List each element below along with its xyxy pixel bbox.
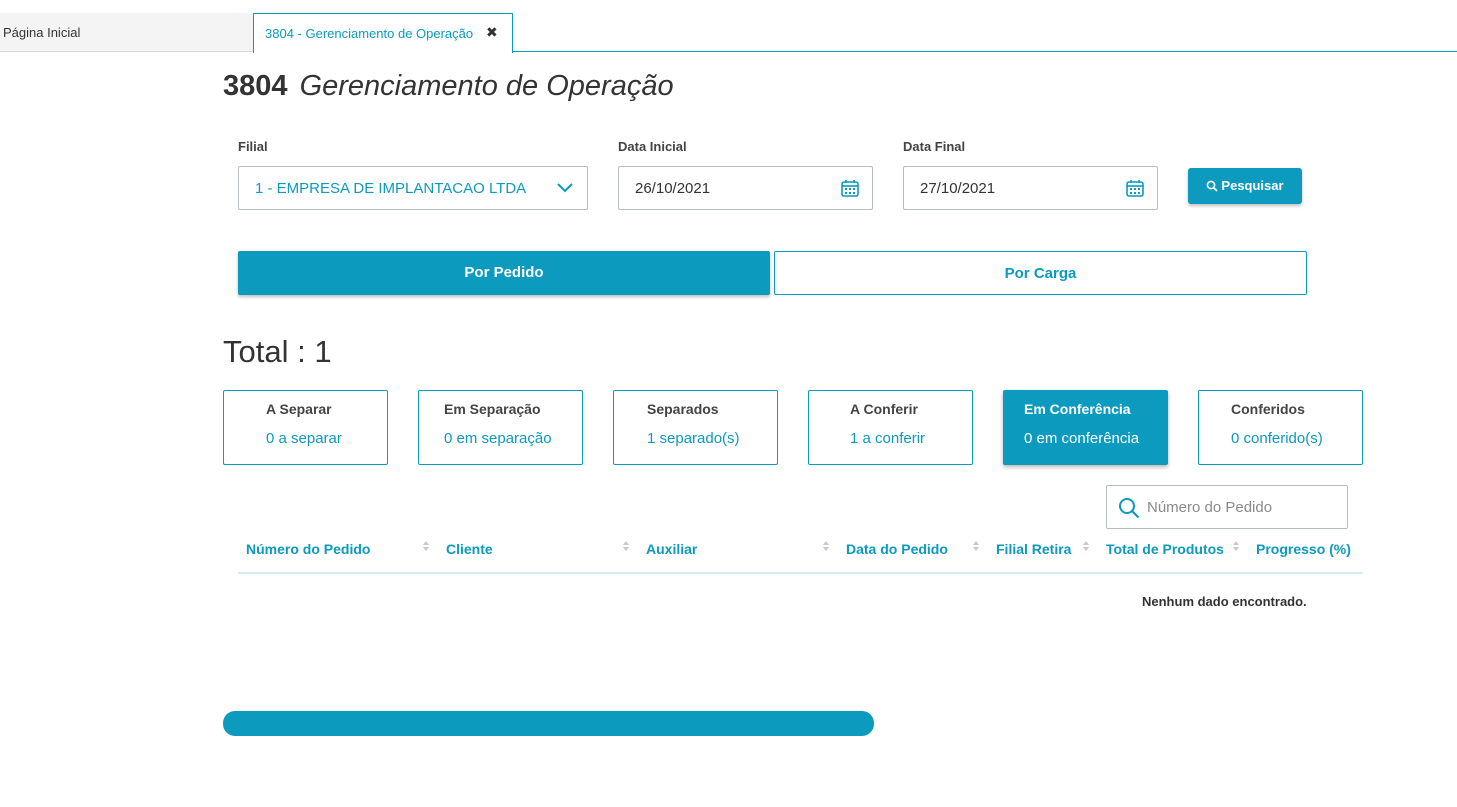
column-header-progresso[interactable]: Progresso (%) [1256,541,1351,557]
sort-icon[interactable] [622,540,630,552]
status-card-title: A Conferir [850,401,918,417]
data-inicial-input[interactable]: 26/10/2021 [618,166,873,210]
tab-bar: Página Inicial 3804 - Gerenciamento de O… [0,0,1457,53]
por-pedido-button[interactable]: Por Pedido [238,251,770,295]
status-card-title: Em Conferência [1024,401,1131,417]
column-header-cliente[interactable]: Cliente [446,541,493,557]
data-inicial-label: Data Inicial [618,139,687,154]
search-icon [1119,498,1140,519]
column-header-total-produtos[interactable]: Total de Produtos [1106,541,1224,557]
calendar-icon[interactable] [1125,178,1145,198]
tab-home[interactable]: Página Inicial [0,13,253,52]
filial-select[interactable]: 1 - EMPRESA DE IMPLANTACAO LTDA [238,166,588,210]
horizontal-scrollbar[interactable] [223,711,874,736]
pesquisar-label: Pesquisar [1221,178,1284,193]
pesquisar-button[interactable]: Pesquisar [1188,168,1302,204]
numero-pedido-search[interactable] [1106,485,1348,529]
page-title: 3804 Gerenciamento de Operação [223,70,674,103]
sort-icon[interactable] [1232,540,1240,552]
sort-icon[interactable] [1082,540,1090,552]
table-header-divider [238,572,1363,574]
status-card-value: 0 conferido(s) [1231,430,1323,447]
status-card-value: 1 a conferir [850,430,926,447]
status-card-title: Conferidos [1231,401,1305,417]
empty-table-message: Nenhum dado encontrado. [1142,594,1307,609]
status-card-conferidos[interactable]: Conferidos 0 conferido(s) [1198,390,1363,465]
filial-label: Filial [238,139,268,154]
close-icon[interactable]: ✖ [486,24,498,41]
column-header-data-pedido[interactable]: Data do Pedido [846,541,948,557]
total-count: Total : 1 [223,334,332,369]
status-card-em-separacao[interactable]: Em Separação 0 em separação [418,390,583,465]
data-inicial-value: 26/10/2021 [635,180,711,197]
calendar-icon[interactable] [840,178,860,198]
status-card-separados[interactable]: Separados 1 separado(s) [613,390,778,465]
sort-icon[interactable] [972,540,980,552]
chevron-down-icon [557,183,573,193]
status-card-value: 0 em separação [444,430,552,447]
status-card-value: 0 a separar [266,430,342,447]
status-card-a-separar[interactable]: A Separar 0 a separar [223,390,388,465]
tab-gerenciamento-operacao[interactable]: 3804 - Gerenciamento de Operação ✖ [253,13,513,53]
status-card-title: A Separar [266,401,332,417]
status-card-em-conferencia[interactable]: Em Conferência 0 em conferência [1003,390,1168,465]
data-final-label: Data Final [903,139,966,154]
search-icon [1207,180,1219,192]
sort-icon[interactable] [822,540,830,552]
status-card-value: 0 em conferência [1024,430,1140,447]
status-card-title: Separados [647,401,719,417]
data-final-input[interactable]: 27/10/2021 [903,166,1158,210]
sort-icon[interactable] [422,540,430,552]
por-carga-button[interactable]: Por Carga [774,251,1307,295]
column-header-auxiliar[interactable]: Auxiliar [646,541,697,557]
tab-home-label: Página Inicial [3,25,81,40]
page-code: 3804 [223,70,288,102]
status-card-title: Em Separação [444,401,541,417]
tab-active-label: 3804 - Gerenciamento de Operação [265,26,474,41]
filial-select-value: 1 - EMPRESA DE IMPLANTACAO LTDA [255,180,527,197]
status-card-value: 1 separado(s) [647,430,740,447]
page-name: Gerenciamento de Operação [299,70,674,102]
tab-bar-divider [512,51,1457,52]
column-header-numero-pedido[interactable]: Número do Pedido [246,541,370,557]
status-card-a-conferir[interactable]: A Conferir 1 a conferir [808,390,973,465]
numero-pedido-input[interactable] [1145,494,1340,520]
data-final-value: 27/10/2021 [920,180,996,197]
column-header-filial-retira[interactable]: Filial Retira [996,541,1071,557]
